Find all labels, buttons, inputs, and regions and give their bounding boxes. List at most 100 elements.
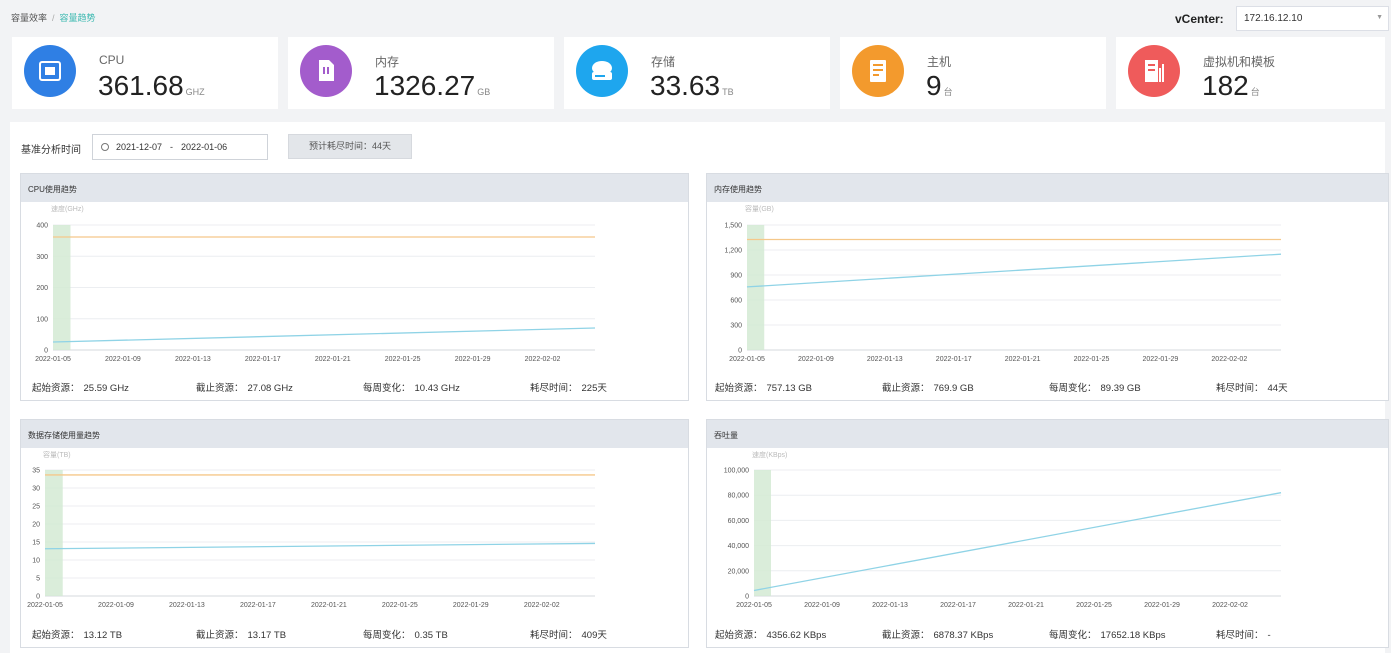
y-tick-label: 30	[32, 486, 40, 493]
x-tick-label: 2022-01-17	[240, 602, 276, 609]
x-tick-label: 2022-01-25	[385, 356, 421, 363]
y-tick-label: 25	[32, 504, 40, 511]
breadcrumb-parent[interactable]: 容量效率	[11, 13, 47, 23]
baseline-band	[747, 225, 765, 350]
card-unit: 台	[1250, 87, 1260, 97]
breadcrumb-separator: /	[52, 13, 55, 23]
card-unit: 台	[943, 87, 953, 97]
card-label: 内存	[375, 55, 400, 69]
stat-value: 409天	[581, 630, 607, 641]
y-tick-label: 200	[36, 285, 48, 292]
y-tick-label: 1,500	[724, 223, 742, 230]
x-tick-label: 2022-01-09	[105, 356, 141, 363]
stat-key: 截止资源：	[196, 383, 244, 394]
throughput-trend-chart: 速度(KBps) 0 20,000 40,000 60,000 80,000 100,000…	[724, 450, 1282, 609]
card-value: 182	[1202, 70, 1249, 101]
y-axis-unit-label: 速度(KBps)	[752, 450, 787, 459]
vcenter-label: vCenter:	[1175, 12, 1224, 26]
stat-exhaustion-time: 耗尽时间： -	[1216, 627, 1271, 641]
x-tick-label: 2022-01-25	[1074, 356, 1110, 363]
stat-value: 769.9 GB	[933, 383, 974, 394]
y-tick-label: 0	[745, 594, 749, 601]
cpu-icon	[39, 61, 61, 81]
baseline-band	[45, 470, 63, 596]
x-tick-label: 2022-01-09	[98, 602, 134, 609]
y-tick-label: 300	[730, 323, 742, 330]
vcenter-select[interactable]: 172.16.12.10 ▼	[1236, 6, 1389, 31]
stat-end-resource: 截止资源： 6878.37 KBps	[882, 627, 993, 641]
card-unit: GB	[477, 87, 491, 97]
y-axis-unit-label: 容量(TB)	[43, 450, 71, 459]
stat-key: 起始资源：	[715, 383, 763, 394]
stat-weekly-change: 每周变化： 89.39 GB	[1049, 380, 1141, 394]
stat-value: 225天	[581, 383, 607, 394]
card-icon-circle	[1128, 45, 1180, 97]
chevron-down-icon: ▼	[1376, 14, 1383, 21]
datastore-trend-chart: 容量(TB) 0 5 10 15 20 25 30 35 2022-01-05 2022-01-09…	[27, 450, 596, 609]
x-tick-label: 2022-02-02	[525, 356, 561, 363]
baseline-band	[754, 470, 771, 596]
x-tick-label: 2022-01-05	[35, 356, 71, 363]
stat-start-resource: 起始资源： 757.13 GB	[715, 380, 812, 394]
stat-key: 耗尽时间：	[530, 630, 578, 641]
x-tick-label: 2022-01-29	[1143, 356, 1179, 363]
memory-trend-chart: 容量(GB) 0 300 600 900 1,200 1,500 2022-01-05 2022…	[724, 204, 1282, 363]
x-tick-label: 2022-01-05	[729, 356, 765, 363]
chart-stats: 起始资源： 13.12 TB 截止资源： 13.17 TB 每周变化： 0.35 TB…	[21, 627, 688, 641]
y-tick-label: 5	[36, 576, 40, 583]
x-tick-label: 2022-01-21	[315, 356, 351, 363]
x-tick-label: 2022-01-05	[27, 602, 63, 609]
stat-value: 27.08 GHz	[247, 383, 293, 394]
stat-value: -	[1267, 630, 1271, 641]
card-value-row: 361.68 GHZ	[98, 70, 205, 102]
stat-key: 截止资源：	[882, 383, 930, 394]
stat-start-resource: 起始资源： 13.12 TB	[32, 627, 122, 641]
y-tick-label: 0	[36, 594, 40, 601]
card-value: 9	[926, 70, 942, 101]
summary-card-memory: 内存 1326.27 GB	[288, 37, 554, 109]
summary-card-cpu: CPU 361.68 GHZ	[12, 37, 278, 109]
y-tick-label: 80,000	[728, 493, 750, 500]
card-icon-circle	[852, 45, 904, 97]
y-tick-label: 35	[32, 468, 40, 475]
date-range-picker[interactable]: 2021-12-07-2022-01-06	[92, 134, 268, 160]
usage-trend-line	[746, 253, 1282, 288]
x-tick-label: 2022-01-13	[175, 356, 211, 363]
card-label: 存储	[651, 55, 676, 69]
stat-key: 每周变化：	[1049, 630, 1097, 641]
x-tick-label: 2022-02-02	[1212, 602, 1248, 609]
usage-trend-line	[52, 327, 596, 343]
stat-value: 4356.62 KBps	[766, 630, 827, 641]
card-unit: GHZ	[185, 87, 205, 97]
stat-key: 起始资源：	[32, 630, 80, 641]
card-label: 虚拟机和模板	[1203, 55, 1276, 69]
breadcrumb: 容量效率 / 容量趋势	[11, 11, 96, 24]
chart-title: 数据存储使用量趋势	[21, 420, 688, 448]
estimated-exhaustion-button[interactable]: 预计耗尽时间：44天	[288, 134, 412, 159]
stat-value: 44天	[1267, 383, 1288, 394]
x-tick-label: 2022-01-17	[245, 356, 281, 363]
stat-exhaustion-time: 耗尽时间： 409天	[530, 627, 607, 641]
card-icon-circle	[24, 45, 76, 97]
cpu-trend-chart: 速度(GHz) 0 100 200 300 400 2022-01-05 2022-01-09…	[35, 204, 596, 363]
x-tick-label: 2022-01-29	[455, 356, 491, 363]
y-tick-label: 300	[36, 254, 48, 261]
card-value: 1326.27	[374, 70, 476, 101]
storage-icon	[592, 61, 612, 80]
card-value-row: 1326.27 GB	[374, 70, 490, 102]
stat-key: 截止资源：	[196, 630, 244, 641]
chart-stats: 起始资源： 757.13 GB 截止资源： 769.9 GB 每周变化： 89.39 …	[707, 380, 1388, 394]
y-tick-label: 10	[32, 558, 40, 565]
x-tick-label: 2022-01-17	[940, 602, 976, 609]
stat-start-resource: 起始资源： 25.59 GHz	[32, 380, 129, 394]
stat-value: 89.39 GB	[1100, 383, 1141, 394]
x-tick-label: 2022-02-02	[1211, 356, 1247, 363]
x-tick-label: 2022-01-21	[1005, 356, 1041, 363]
card-value-row: 33.63 TB	[650, 70, 734, 102]
stat-end-resource: 截止资源： 13.17 TB	[196, 627, 286, 641]
stat-value: 13.17 TB	[247, 630, 287, 641]
card-label: CPU	[99, 53, 125, 67]
y-tick-label: 20,000	[728, 568, 750, 575]
y-tick-label: 60,000	[728, 518, 750, 525]
stat-key: 截止资源：	[882, 630, 930, 641]
